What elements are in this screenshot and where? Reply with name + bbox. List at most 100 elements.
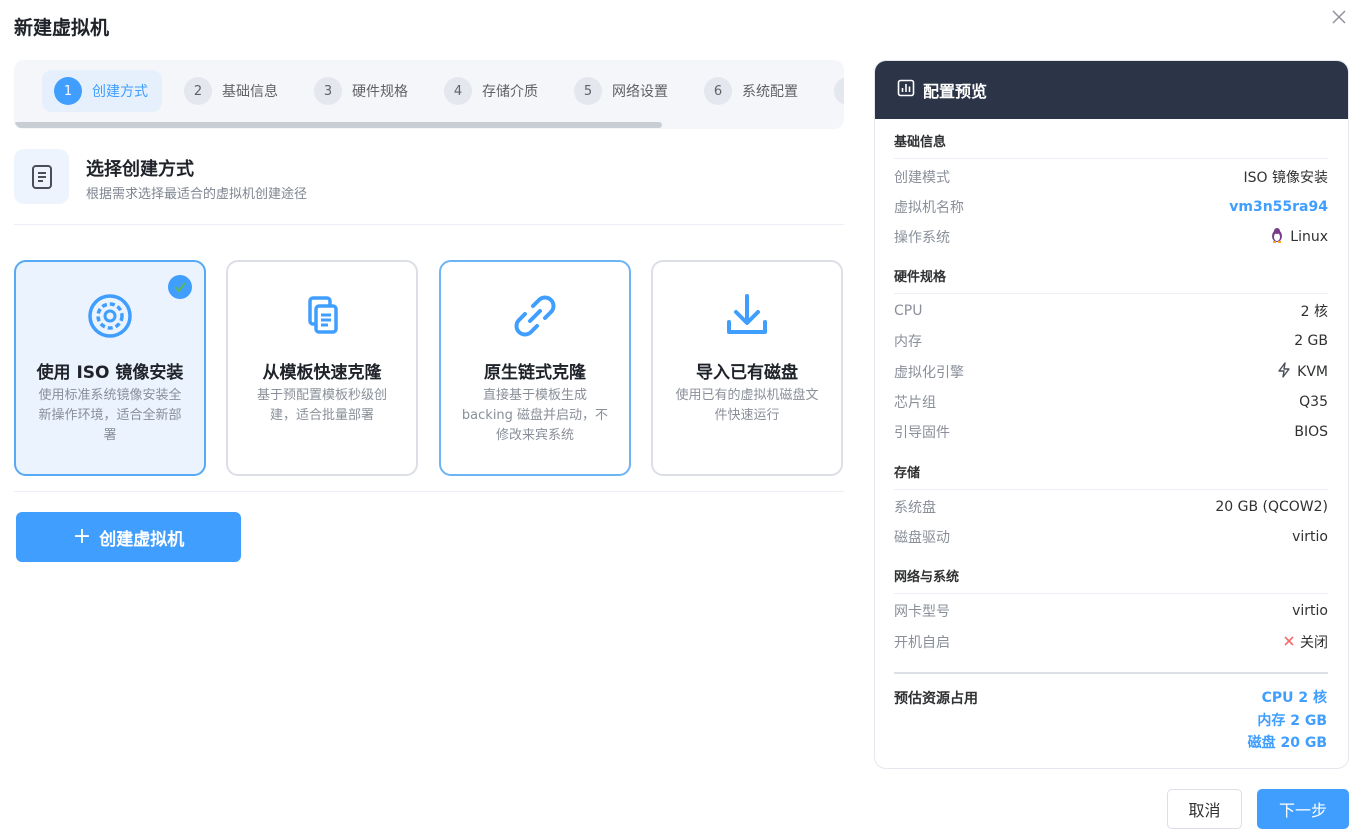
row-value-autostart: 关闭 bbox=[1284, 632, 1328, 652]
chart-icon bbox=[897, 79, 923, 101]
step-number: 6 bbox=[704, 77, 732, 105]
row-value-os: Linux bbox=[1270, 227, 1328, 247]
row-key: 系统盘 bbox=[894, 500, 936, 516]
disc-icon bbox=[16, 292, 204, 342]
panel-header: 配置预览 bbox=[875, 61, 1348, 119]
row-autostart: 开机自启 关闭 bbox=[894, 632, 1328, 652]
group-storage: 存储 bbox=[894, 462, 1328, 490]
step-label: 硬件规格 bbox=[352, 84, 408, 100]
step-2[interactable]: 2 基础信息 bbox=[172, 70, 292, 112]
step-6[interactable]: 6 系统配置 bbox=[692, 70, 812, 112]
cancel-button[interactable]: 取消 bbox=[1167, 789, 1242, 829]
row-cpu: CPU 2 核 bbox=[894, 301, 1328, 321]
row-value: KVM bbox=[1297, 364, 1328, 380]
dialog-title: 新建虚拟机 bbox=[14, 17, 110, 39]
step-number: 4 bbox=[444, 77, 472, 105]
row-key: 内存 bbox=[894, 334, 922, 350]
option-desc: 基于预配置模板秒级创建，适合批量部署 bbox=[256, 388, 387, 423]
step-4[interactable]: 4 存储介质 bbox=[432, 70, 552, 112]
row-value: Linux bbox=[1290, 229, 1328, 245]
option-title: 使用 ISO 镜像安装 bbox=[36, 363, 184, 383]
row-mode: 创建模式 ISO 镜像安装 bbox=[894, 167, 1328, 187]
row-mem: 内存 2 GB bbox=[894, 331, 1328, 351]
total-cpu: CPU 2 核 bbox=[1261, 690, 1327, 706]
panel-title: 配置预览 bbox=[923, 82, 988, 101]
row-key: 虚拟化引擎 bbox=[894, 365, 964, 381]
row-driver: 磁盘驱动 virtio bbox=[894, 527, 1328, 547]
option-import-disk[interactable]: 导入已有磁盘 使用已有的虚拟机磁盘文件快速运行 bbox=[651, 260, 843, 476]
step-label: 网络设置 bbox=[612, 84, 668, 100]
option-desc: 直接基于模板生成 backing 磁盘并启动，不修改来宾系统 bbox=[461, 388, 609, 443]
row-name: 虚拟机名称 vm3n55ra94 bbox=[894, 197, 1328, 217]
step-label: 基础信息 bbox=[222, 84, 278, 100]
total-values: CPU 2 核 内存 2 GB 磁盘 20 GB bbox=[1248, 687, 1327, 755]
row-key: 网卡型号 bbox=[894, 604, 950, 620]
step-3[interactable]: 3 硬件规格 bbox=[302, 70, 422, 112]
create-vm-label: 创建虚拟机 bbox=[99, 529, 185, 550]
next-button[interactable]: 下一步 bbox=[1257, 789, 1349, 829]
step-5[interactable]: 5 网络设置 bbox=[562, 70, 682, 112]
close-icon[interactable] bbox=[1330, 8, 1348, 26]
row-key: 磁盘驱动 bbox=[894, 530, 950, 546]
row-key: 引导固件 bbox=[894, 425, 950, 441]
row-key: 芯片组 bbox=[894, 395, 936, 411]
divider bbox=[14, 491, 844, 492]
total-mem: 内存 2 GB bbox=[1257, 712, 1327, 729]
option-linked-clone[interactable]: 原生链式克隆 直接基于模板生成 backing 磁盘并启动，不修改来宾系统 bbox=[439, 260, 631, 476]
step-number: 5 bbox=[574, 77, 602, 105]
cross-icon bbox=[1284, 634, 1300, 650]
row-value: 2 GB bbox=[1294, 333, 1328, 349]
step-number: 3 bbox=[314, 77, 342, 105]
row-key: 创建模式 bbox=[894, 170, 950, 186]
row-value: 关闭 bbox=[1300, 635, 1328, 651]
option-desc: 使用标准系统镜像安装全新操作环境，适合全新部署 bbox=[38, 388, 182, 443]
lightning-icon bbox=[1277, 362, 1297, 382]
row-value: 20 GB (QCOW2) bbox=[1215, 499, 1328, 515]
section-subtitle: 根据需求选择最适合的虚拟机创建途径 bbox=[86, 187, 308, 202]
linux-penguin-icon bbox=[1270, 227, 1290, 247]
total-disk: 磁盘 20 GB bbox=[1247, 735, 1327, 751]
row-engine: 虚拟化引擎 KVM bbox=[894, 362, 1328, 382]
create-vm-button[interactable]: + 创建虚拟机 bbox=[16, 512, 241, 562]
download-icon bbox=[653, 292, 841, 342]
group-hardware: 硬件规格 bbox=[894, 266, 1328, 294]
row-key: CPU bbox=[894, 303, 923, 319]
steps-scrollbar[interactable] bbox=[14, 122, 662, 128]
step-number: 2 bbox=[184, 77, 212, 105]
option-template-clone[interactable]: 从模板快速克隆 基于预配置模板秒级创建，适合批量部署 bbox=[226, 260, 418, 476]
row-key: 虚拟机名称 bbox=[894, 200, 964, 216]
step-7[interactable]: 7 bbox=[822, 70, 844, 112]
group-network: 网络与系统 bbox=[894, 566, 1328, 594]
copy-icon bbox=[228, 292, 416, 342]
option-title: 导入已有磁盘 bbox=[696, 363, 798, 383]
steps-bar: 1 创建方式 2 基础信息 3 硬件规格 4 存储介质 5 网络设置 6 系统配… bbox=[14, 60, 844, 129]
config-preview-panel: 配置预览 基础信息 创建模式 ISO 镜像安装 虚拟机名称 vm3n55ra94… bbox=[874, 60, 1349, 769]
document-icon bbox=[14, 149, 69, 204]
option-iso-install[interactable]: 使用 ISO 镜像安装 使用标准系统镜像安装全新操作环境，适合全新部署 bbox=[14, 260, 206, 476]
divider bbox=[894, 672, 1328, 674]
step-label: 系统配置 bbox=[742, 84, 798, 100]
row-nic: 网卡型号 virtio bbox=[894, 601, 1328, 621]
row-os: 操作系统 Linux bbox=[894, 227, 1328, 247]
row-value: BIOS bbox=[1294, 424, 1328, 440]
link-icon bbox=[441, 292, 629, 342]
row-firmware: 引导固件 BIOS bbox=[894, 422, 1328, 442]
row-disk: 系统盘 20 GB (QCOW2) bbox=[894, 497, 1328, 517]
row-key: 开机自启 bbox=[894, 635, 950, 651]
row-value: Q35 bbox=[1299, 394, 1328, 410]
row-value: vm3n55ra94 bbox=[1229, 199, 1328, 215]
step-label: 创建方式 bbox=[92, 84, 148, 100]
divider bbox=[14, 224, 844, 225]
section-title: 选择创建方式 bbox=[86, 159, 194, 180]
row-value: virtio bbox=[1292, 529, 1328, 545]
option-title: 原生链式克隆 bbox=[484, 363, 586, 383]
step-number: 1 bbox=[54, 77, 82, 105]
option-desc: 使用已有的虚拟机磁盘文件快速运行 bbox=[675, 388, 819, 423]
row-value: 2 核 bbox=[1300, 304, 1328, 320]
step-label: 存储介质 bbox=[482, 84, 538, 100]
total-label: 预估资源占用 bbox=[894, 691, 978, 707]
option-title: 从模板快速克隆 bbox=[262, 363, 382, 383]
group-basic: 基础信息 bbox=[894, 131, 1328, 159]
step-1[interactable]: 1 创建方式 bbox=[42, 70, 162, 112]
row-key: 操作系统 bbox=[894, 230, 950, 246]
